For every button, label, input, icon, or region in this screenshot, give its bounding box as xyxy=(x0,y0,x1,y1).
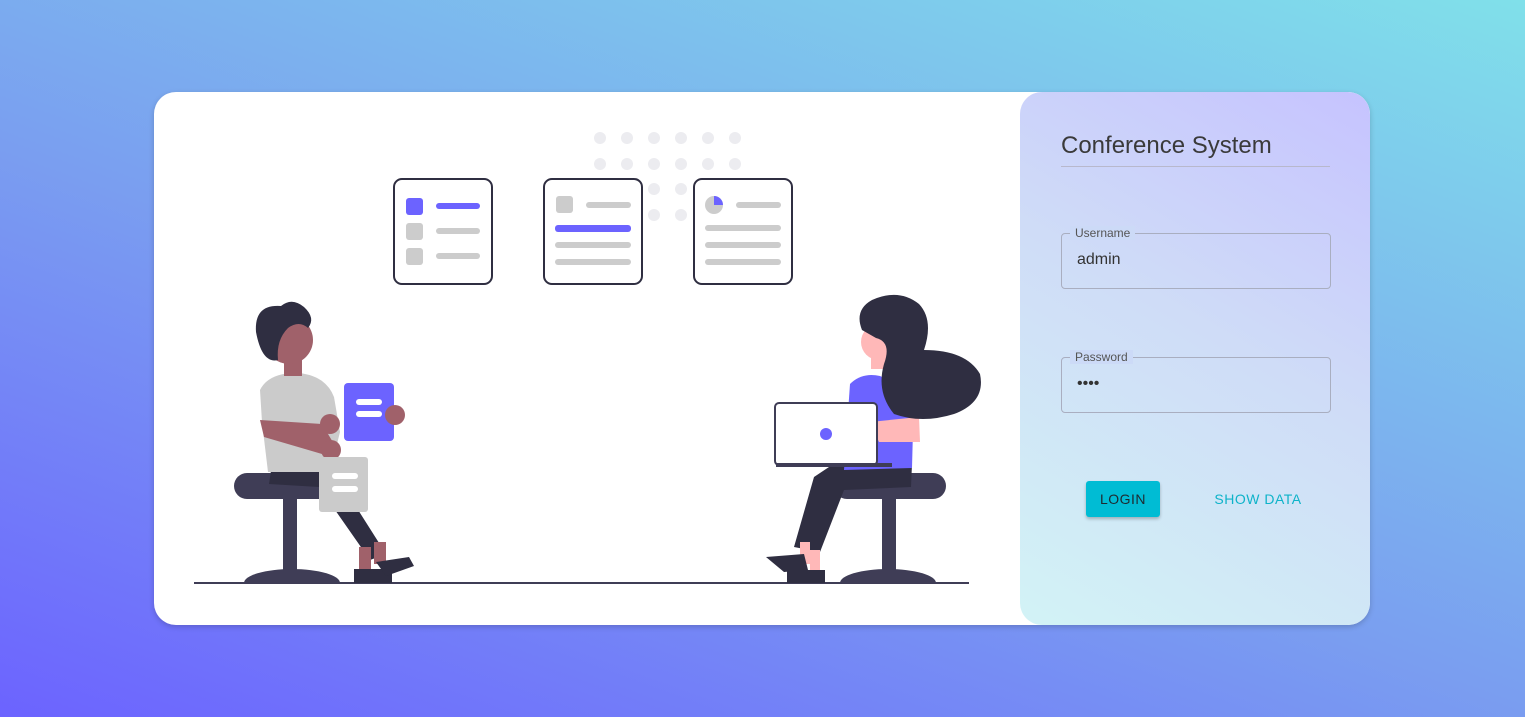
password-input[interactable] xyxy=(1075,374,1319,394)
woman-figure xyxy=(766,294,981,583)
pie-chart-card xyxy=(693,178,793,285)
password-label: Password xyxy=(1070,350,1133,364)
login-card: Conference System Username Password LOGI… xyxy=(154,92,1370,625)
checklist-card xyxy=(393,178,493,285)
password-field[interactable]: Password xyxy=(1061,350,1331,413)
username-input[interactable] xyxy=(1075,250,1319,270)
show-data-button[interactable]: SHOW DATA xyxy=(1203,481,1313,517)
username-field[interactable]: Username xyxy=(1061,226,1331,289)
app-title: Conference System xyxy=(1061,132,1330,167)
username-label: Username xyxy=(1070,226,1136,240)
man-figure xyxy=(255,301,414,583)
collaboration-illustration xyxy=(194,132,981,584)
login-button[interactable]: LOGIN xyxy=(1086,481,1160,517)
list-card xyxy=(543,178,643,285)
login-panel: Conference System Username Password LOGI… xyxy=(1020,92,1370,625)
